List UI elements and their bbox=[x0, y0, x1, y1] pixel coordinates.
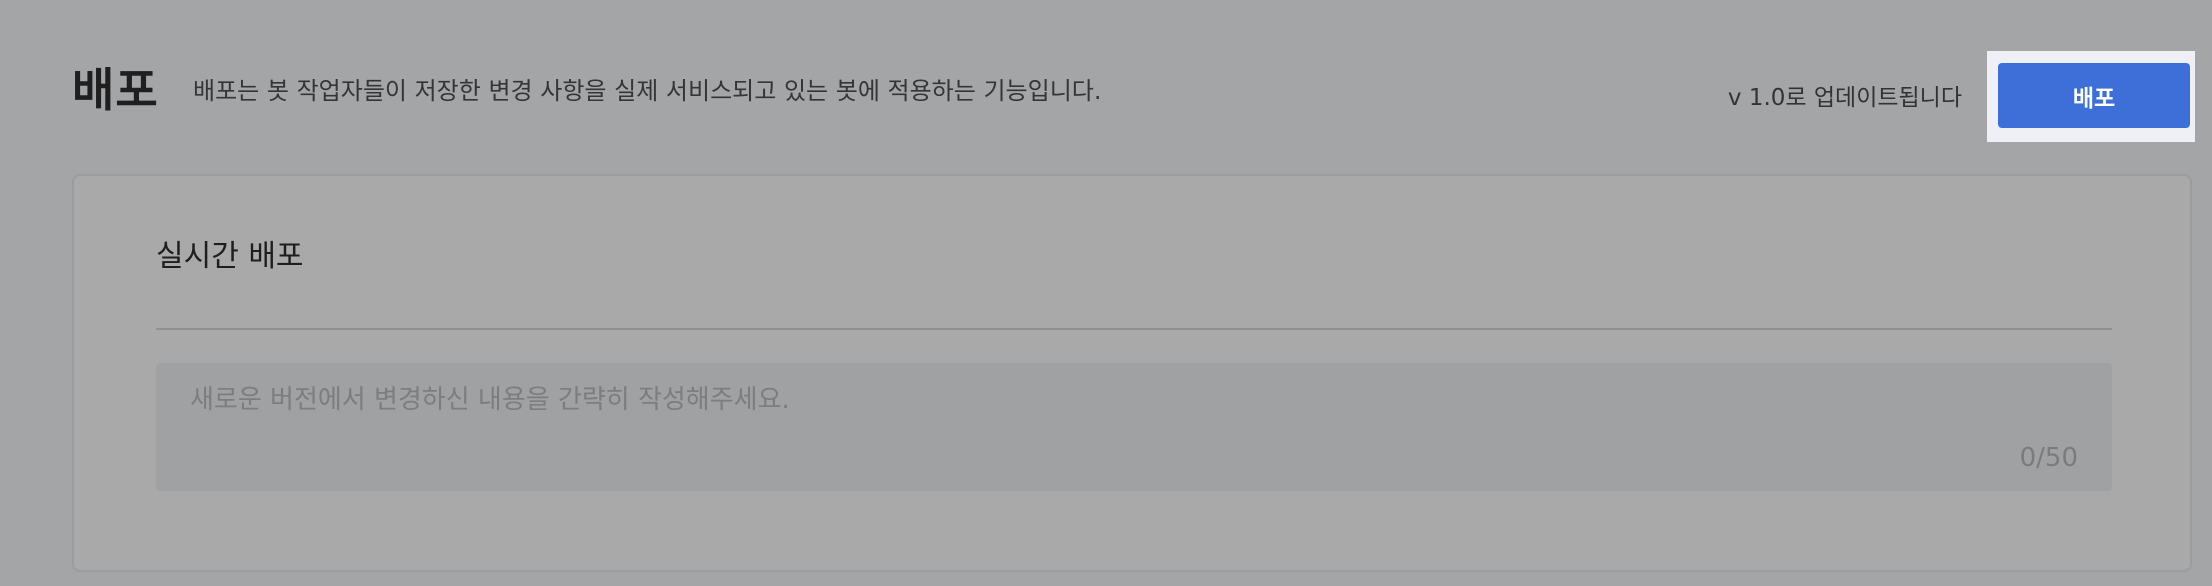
card-title: 실시간 배포 bbox=[156, 239, 304, 274]
page-description: 배포는 봇 작업자들이 저장한 변경 사항을 실제 서비스되고 있는 봇에 적용… bbox=[193, 77, 1102, 105]
realtime-deploy-card: 실시간 배포 0/50 bbox=[72, 174, 2192, 572]
deploy-button[interactable]: 배포 bbox=[1998, 63, 2190, 128]
release-note-box: 0/50 bbox=[156, 363, 2112, 491]
deploy-page: 배포 배포는 봇 작업자들이 저장한 변경 사항을 실제 서비스되고 있는 봇에… bbox=[0, 0, 2212, 586]
character-counter: 0/50 bbox=[2019, 443, 2078, 473]
version-notice: v 1.0로 업데이트됩니다 bbox=[1727, 85, 1962, 111]
release-note-input[interactable] bbox=[156, 363, 2112, 491]
divider bbox=[156, 328, 2112, 330]
page-title: 배포 bbox=[72, 63, 159, 117]
